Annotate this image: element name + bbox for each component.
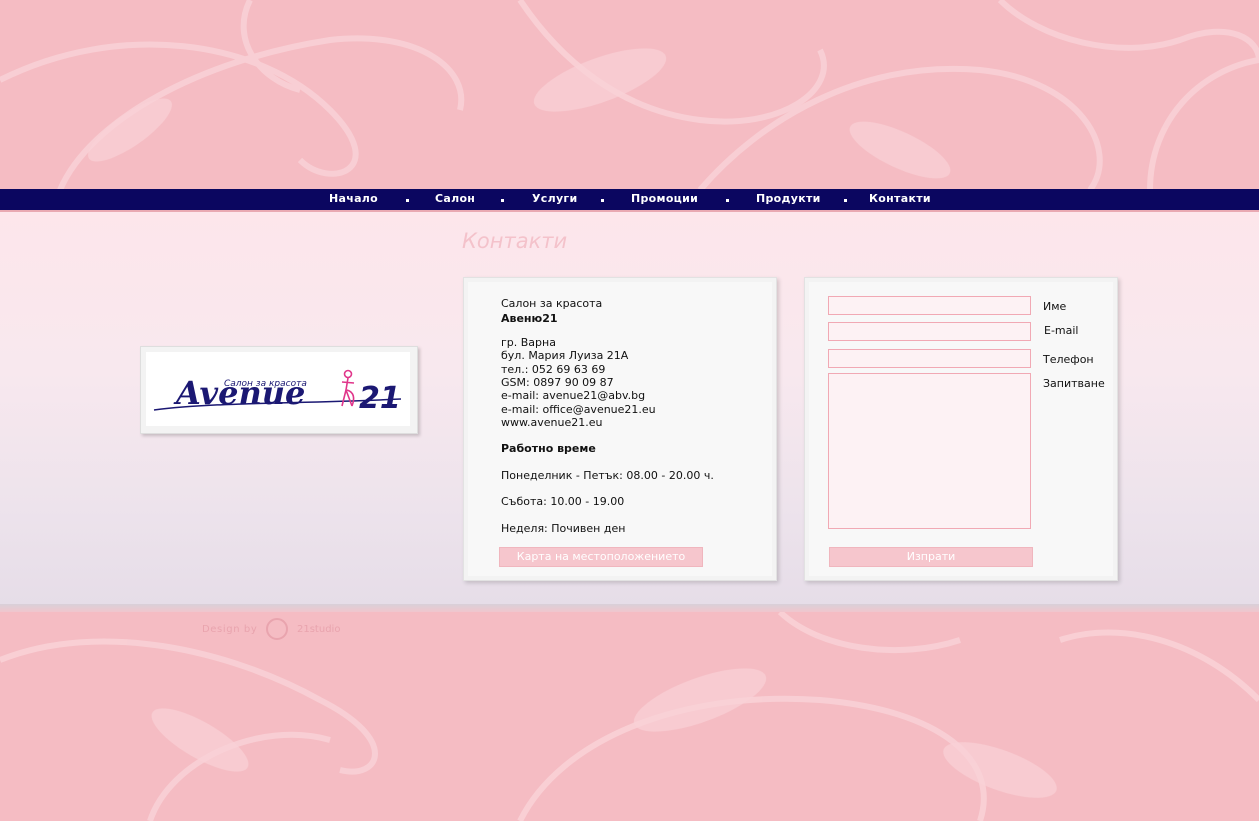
nav-item-promotions[interactable]: Промоции — [631, 192, 698, 205]
contact-form-inner: Име E-mail Телефон Запитване Изпрати — [809, 282, 1113, 576]
nav-separator — [406, 199, 409, 202]
logo-frame: Салон за красота Avenue 21 — [140, 346, 418, 434]
footer-studio-name[interactable]: 21studio — [297, 624, 340, 635]
nav-item-home[interactable]: Начало — [329, 192, 378, 205]
phone-input[interactable] — [828, 349, 1031, 368]
page-title: Контакти — [462, 229, 568, 253]
nav-item-salon[interactable]: Салон — [435, 192, 475, 205]
email-office: e-mail: office@avenue21.eu — [501, 403, 656, 416]
studio-logo-icon[interactable] — [266, 618, 288, 640]
phone: тел.: 052 69 63 69 — [501, 363, 606, 376]
contact-info-panel: Салон за красота Авеню21 гр. Варна бул. … — [463, 277, 777, 581]
hours-title: Работно време — [501, 442, 596, 455]
salon-type: Салон за красота — [501, 297, 603, 310]
address: бул. Мария Луиза 21А — [501, 349, 629, 362]
contact-form-panel: Име E-mail Телефон Запитване Изпрати — [804, 277, 1118, 581]
nav-item-contacts[interactable]: Контакти — [869, 192, 931, 205]
map-button[interactable]: Карта на местоположението — [499, 547, 703, 567]
email-label: E-mail — [1044, 324, 1079, 337]
nav-item-products[interactable]: Продукти — [756, 192, 821, 205]
content-bottom-shadow — [0, 604, 1259, 612]
gsm: GSM: 0897 90 09 87 — [501, 376, 614, 389]
salon-name: Авеню21 — [501, 312, 558, 325]
nav-separator — [501, 199, 504, 202]
city: гр. Варна — [501, 336, 556, 349]
nav-item-services[interactable]: Услуги — [532, 192, 577, 205]
email-primary: e-mail: avenue21@abv.bg — [501, 389, 646, 402]
website: www.avenue21.eu — [501, 416, 603, 429]
question-label: Запитване — [1043, 377, 1105, 390]
hours-sunday: Неделя: Почивен ден — [501, 522, 626, 535]
email-input[interactable] — [828, 322, 1031, 341]
hours-weekdays: Понеделник - Петък: 08.00 - 20.00 ч. — [501, 469, 714, 482]
avenue21-logo-image: Салон за красота Avenue 21 — [153, 369, 402, 416]
logo-number: 21 — [359, 381, 401, 416]
logo-brand: Avenue — [173, 374, 305, 412]
question-textarea[interactable] — [828, 373, 1031, 529]
footer-design-by: Design by — [202, 624, 258, 635]
nav-separator — [844, 199, 847, 202]
name-input[interactable] — [828, 296, 1031, 315]
nav-separator — [726, 199, 729, 202]
submit-button[interactable]: Изпрати — [829, 547, 1033, 567]
salon-logo: Салон за красота Avenue 21 — [146, 352, 410, 426]
nav-separator — [601, 199, 604, 202]
contact-info-inner: Салон за красота Авеню21 гр. Варна бул. … — [468, 282, 772, 576]
phone-label: Телефон — [1043, 353, 1094, 366]
main-navigation: Начало Салон Услуги Промоции Продукти Ко… — [0, 189, 1259, 212]
hours-saturday: Събота: 10.00 - 19.00 — [501, 495, 625, 508]
name-label: Име — [1043, 300, 1067, 313]
